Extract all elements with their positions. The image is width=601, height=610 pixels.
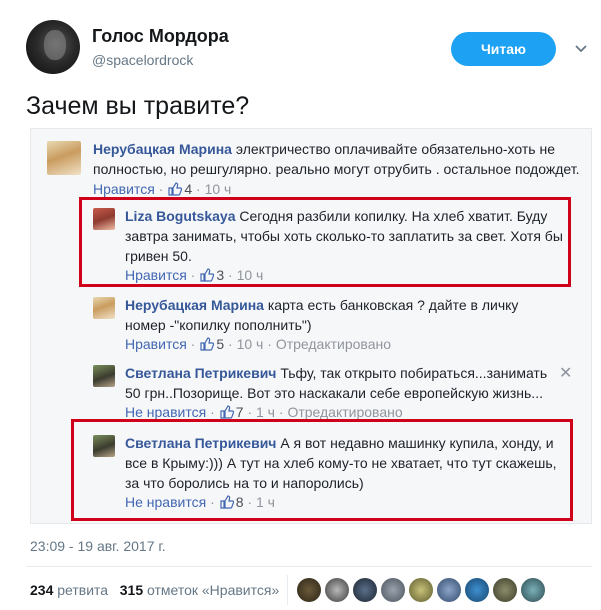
retweet-label[interactable]: ретвита [57, 582, 108, 598]
avatar[interactable] [465, 578, 489, 602]
comment-author: Нерубацкая Марина [125, 297, 264, 313]
comment-time: 10 ч [204, 181, 232, 197]
chevron-down-icon[interactable] [573, 40, 589, 56]
divider [26, 566, 592, 567]
like-link[interactable]: Не нравится [125, 404, 206, 420]
like-label[interactable]: отметок «Нравится» [147, 582, 279, 598]
avatar[interactable] [26, 20, 80, 74]
tweet-header: Голос Мордора @spacelordrock Читаю [26, 20, 589, 76]
avatar[interactable] [297, 578, 321, 602]
thumbs-up-icon [168, 182, 183, 196]
tweet-stats: 234 ретвита 315 отметок «Нравится» [30, 582, 279, 598]
tweet-text: Зачем вы травите? [26, 92, 250, 120]
avatar[interactable] [353, 578, 377, 602]
comment-meta: Нравится · 4 · 10 ч [93, 181, 232, 197]
avatar[interactable] [521, 578, 545, 602]
comment-text: Нерубацкая Марина карта есть банковская … [125, 297, 519, 333]
comment-author: Нерубацкая Марина [93, 141, 232, 157]
commenter-avatar [47, 141, 81, 175]
highlight-frame [79, 197, 571, 287]
thumbs-up-icon [200, 337, 215, 351]
commenter-avatar [93, 297, 115, 319]
avatar[interactable] [437, 578, 461, 602]
close-icon[interactable]: ✕ [559, 363, 572, 383]
like-link[interactable]: Нравится [93, 181, 155, 197]
like-link[interactable]: Нравится [125, 336, 187, 352]
likers-avatars [297, 578, 549, 602]
edited-label: Отредактировано [275, 336, 392, 352]
avatar[interactable] [409, 578, 433, 602]
avatar[interactable] [493, 578, 517, 602]
avatar[interactable] [381, 578, 405, 602]
comment-time: 10 ч [236, 336, 264, 352]
comment-meta: Не нравится · 7 · 1 ч · Отредактировано [125, 404, 403, 420]
comment-text: Светлана Петрикевич Тьфу, так открыто по… [125, 365, 548, 401]
embedded-image[interactable]: Нерубацкая Марина электричество оплачива… [30, 128, 592, 524]
highlight-frame [71, 419, 573, 521]
avatar[interactable] [325, 578, 349, 602]
divider [287, 575, 288, 605]
thumbs-up-icon [220, 405, 234, 419]
account-name[interactable]: Голос Мордора [92, 26, 229, 47]
account-handle[interactable]: @spacelordrock [92, 52, 193, 68]
like-count[interactable]: 315 [120, 582, 143, 598]
comment-time: 1 ч [256, 404, 275, 420]
commenter-avatar [93, 365, 115, 387]
comment-author: Светлана Петрикевич [125, 365, 277, 381]
follow-button[interactable]: Читаю [451, 32, 556, 66]
retweet-count[interactable]: 234 [30, 582, 53, 598]
comment-meta: Нравится · 5 · 10 ч · Отредактировано [125, 336, 392, 352]
comment-text: Нерубацкая Марина электричество оплачива… [93, 141, 580, 177]
tweet-timestamp[interactable]: 23:09 - 19 авг. 2017 г. [30, 538, 166, 554]
edited-label: Отредактировано [287, 404, 403, 420]
